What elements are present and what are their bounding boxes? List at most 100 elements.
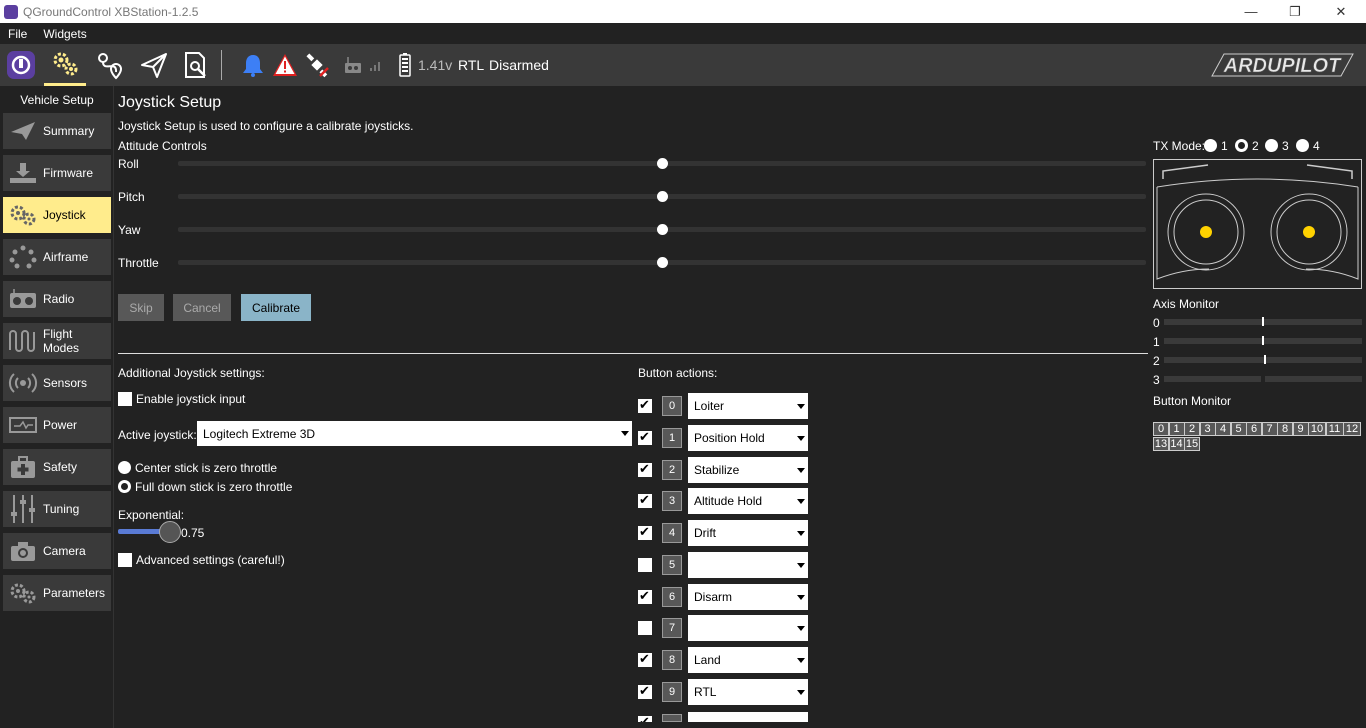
sidebar-item-radio[interactable]: Radio (3, 281, 111, 317)
button-monitor-5: 5 (1230, 422, 1247, 436)
active-joystick-select[interactable]: Logitech Extreme 3D (197, 421, 632, 446)
roll-slider-thumb (657, 158, 668, 169)
calibrate-button[interactable]: Calibrate (241, 294, 311, 321)
sidebar-item-power[interactable]: Power (3, 407, 111, 443)
flight-mode[interactable]: RTL (458, 57, 484, 73)
sidebar-item-flight-modes[interactable]: Flight Modes (3, 323, 111, 359)
button-4-action-select[interactable]: Drift (688, 520, 808, 546)
button-7-action-select[interactable] (688, 615, 808, 642)
warning-icon (273, 54, 297, 76)
sidebar-item-parameters[interactable]: Parameters (3, 575, 111, 611)
button-4-checkbox[interactable] (638, 524, 652, 540)
warning-indicator[interactable] (270, 44, 300, 86)
flight-modes-wave-icon (9, 330, 35, 352)
throttle-label: Throttle (118, 256, 159, 270)
tx-mode-1-radio[interactable] (1204, 139, 1217, 152)
button-9-checkbox[interactable] (638, 683, 652, 699)
button-8-checkbox[interactable] (638, 651, 652, 667)
arm-state[interactable]: Disarmed (489, 57, 549, 73)
axis-monitor-label: Axis Monitor (1153, 297, 1220, 311)
window-title-bar: QGroundControl XBStation-1.2.5 — ❐ ✕ (0, 0, 1366, 23)
close-button[interactable]: ✕ (1318, 0, 1364, 23)
yaw-slider-thumb (657, 224, 668, 235)
button-3-action-select[interactable]: Altitude Hold (688, 488, 808, 515)
button-6-action-select[interactable]: Disarm (688, 583, 808, 610)
tx-mode-3-radio[interactable] (1265, 139, 1278, 152)
chevron-down-icon (797, 626, 805, 632)
button-5-action-select[interactable] (688, 551, 808, 578)
radio-icon (10, 289, 36, 308)
full-down-stick-radio[interactable] (118, 480, 131, 493)
axis-3-label: 3 (1153, 373, 1160, 387)
button-5-checkbox[interactable] (638, 557, 652, 572)
tx-mode-4-radio[interactable] (1296, 139, 1309, 152)
button-10-action-select[interactable] (688, 712, 808, 722)
plan-view-button[interactable] (92, 44, 128, 86)
axis-3-bar-right (1265, 376, 1362, 382)
chevron-down-icon (797, 594, 805, 600)
button-monitor-14: 14 (1168, 437, 1185, 451)
battery-indicator[interactable] (398, 44, 412, 86)
qgc-logo-button[interactable] (4, 44, 38, 86)
sidebar-item-airframe[interactable]: Airframe (3, 239, 111, 275)
button-0-action-select[interactable]: Loiter (688, 393, 808, 419)
joystick-gears-icon (10, 205, 36, 226)
button-8-action-select[interactable]: Land (688, 647, 808, 673)
sidebar-item-tuning[interactable]: Tuning (3, 491, 111, 527)
button-0-checkbox[interactable] (638, 397, 652, 413)
tx-mode-3-label: 3 (1282, 139, 1289, 153)
button-2-checkbox[interactable] (638, 461, 652, 477)
menu-widgets[interactable]: Widgets (35, 27, 94, 41)
restore-button[interactable]: ❐ (1272, 0, 1318, 23)
paper-plane-icon (11, 122, 35, 140)
sidebar-item-label: Radio (43, 292, 75, 306)
advanced-settings-checkbox[interactable] (118, 553, 132, 567)
sidebar-item-sensors[interactable]: Sensors (3, 365, 111, 401)
button-2-action-select[interactable]: Stabilize (688, 456, 808, 483)
analyze-view-button[interactable] (178, 44, 214, 86)
button-7-checkbox[interactable] (638, 621, 652, 636)
messages-indicator[interactable] (238, 44, 268, 86)
section-divider (118, 353, 1148, 354)
sidebar-item-firmware[interactable]: Firmware (3, 155, 111, 191)
exponential-slider-thumb[interactable] (159, 521, 181, 543)
tx-mode-2-radio[interactable] (1235, 139, 1248, 152)
button-6-checkbox[interactable] (638, 588, 652, 604)
vehicle-setup-button[interactable] (44, 44, 86, 86)
button-1-number: 1 (662, 427, 682, 448)
cancel-button[interactable]: Cancel (173, 294, 231, 321)
button-1-action-select[interactable]: Position Hold (688, 424, 808, 451)
button-action-value: RTL (694, 684, 717, 699)
button-3-checkbox[interactable] (638, 492, 652, 509)
button-6-number: 6 (662, 586, 682, 607)
skip-button[interactable]: Skip (118, 294, 164, 321)
sidebar-item-camera[interactable]: Camera (3, 533, 111, 569)
rc-rssi-indicator[interactable] (342, 44, 364, 86)
sidebar-item-summary[interactable]: Summary (3, 113, 111, 149)
button-1-checkbox[interactable] (638, 429, 652, 445)
gps-indicator[interactable] (302, 44, 332, 86)
button-5-number: 5 (662, 554, 682, 575)
chevron-down-icon (621, 431, 629, 436)
attitude-controls-label: Attitude Controls (118, 139, 207, 153)
button-9-action-select[interactable]: RTL (688, 678, 808, 705)
button-10-checkbox[interactable] (638, 716, 652, 722)
axis-1-value-mark (1262, 336, 1264, 345)
enable-joystick-checkbox[interactable] (118, 392, 132, 406)
center-stick-radio[interactable] (118, 461, 131, 474)
button-monitor-1: 1 (1168, 422, 1185, 436)
sidebar-item-label: Firmware (43, 166, 93, 180)
transmitter-graphic (1153, 159, 1362, 289)
plan-waypoint-icon (98, 53, 123, 80)
menu-file[interactable]: File (0, 27, 35, 41)
fly-view-button[interactable] (136, 44, 172, 86)
rc-transmitter-icon (345, 57, 361, 73)
camera-icon (11, 542, 35, 561)
sidebar-item-label: Camera (43, 544, 86, 558)
chevron-down-icon (797, 562, 805, 568)
sidebar-item-joystick[interactable]: Joystick (3, 197, 111, 233)
minimize-button[interactable]: — (1228, 0, 1274, 23)
sidebar-item-label: Sensors (43, 376, 88, 390)
button-monitor-9: 9 (1292, 422, 1309, 436)
sidebar-item-safety[interactable]: Safety (3, 449, 111, 485)
